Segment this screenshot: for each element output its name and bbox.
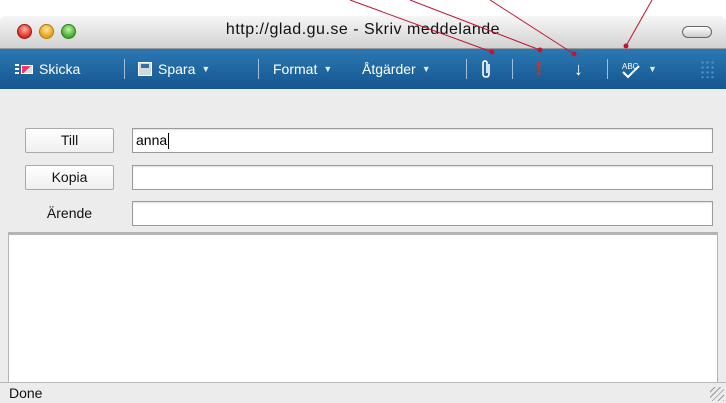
paperclip-icon (482, 60, 490, 78)
actions-menu-button[interactable]: Åtgärder ▼ (362, 49, 431, 89)
exclamation-icon: ! (536, 59, 542, 79)
compose-window: http://glad.gu.se - Skriv meddelande Ski… (0, 16, 726, 403)
chevron-down-icon: ▼ (201, 64, 211, 74)
cc-field[interactable] (132, 165, 713, 190)
resize-grip-handle[interactable] (710, 387, 724, 401)
toolbar-separator (607, 59, 608, 79)
attach-button[interactable] (480, 49, 492, 89)
compose-toolbar: Skicka Spara ▼ Format ▼ Åtgärder ▼ ! ↓ A… (0, 49, 726, 89)
toolbar-toggle-button[interactable] (682, 26, 712, 38)
title-bar[interactable]: http://glad.gu.se - Skriv meddelande (0, 16, 726, 49)
cc-address-button[interactable]: Kopia (25, 165, 114, 190)
high-priority-button[interactable]: ! (536, 49, 542, 89)
toolbar-separator (512, 59, 513, 79)
send-button[interactable]: Skicka (15, 49, 80, 89)
message-header-fields: Till anna Kopia Ärende (0, 89, 726, 231)
status-bar: Done (0, 382, 726, 403)
chevron-down-icon: ▼ (421, 64, 431, 74)
send-label: Skicka (39, 61, 81, 77)
text-caret (168, 133, 170, 150)
subject-field[interactable] (132, 201, 713, 226)
subject-label: Ärende (46, 205, 93, 221)
send-icon (15, 63, 33, 75)
toolbar-separator (124, 59, 125, 79)
to-field[interactable]: anna (132, 128, 713, 153)
actions-label: Åtgärder (362, 61, 416, 77)
to-field-value: anna (136, 132, 168, 148)
save-button[interactable]: Spara ▼ (138, 49, 210, 89)
spellcheck-icon: ABC (620, 58, 642, 80)
arrow-down-icon: ↓ (574, 59, 583, 79)
toolbar-separator (258, 59, 259, 79)
low-priority-button[interactable]: ↓ (574, 49, 583, 89)
spellcheck-button[interactable]: ABC ▼ (620, 49, 657, 89)
to-address-button[interactable]: Till (25, 128, 114, 153)
format-menu-button[interactable]: Format ▼ (273, 49, 332, 89)
message-body-editor[interactable] (8, 232, 718, 382)
toolbar-separator (466, 59, 467, 79)
format-label: Format (273, 61, 318, 77)
window-title: http://glad.gu.se - Skriv meddelande (225, 21, 501, 38)
toolbar-grip-handle[interactable] (700, 60, 716, 78)
status-text: Done (9, 385, 43, 401)
chevron-down-icon: ▼ (323, 64, 333, 74)
chevron-down-icon: ▼ (648, 64, 657, 74)
save-label: Spara (158, 61, 196, 77)
save-icon (138, 62, 152, 76)
